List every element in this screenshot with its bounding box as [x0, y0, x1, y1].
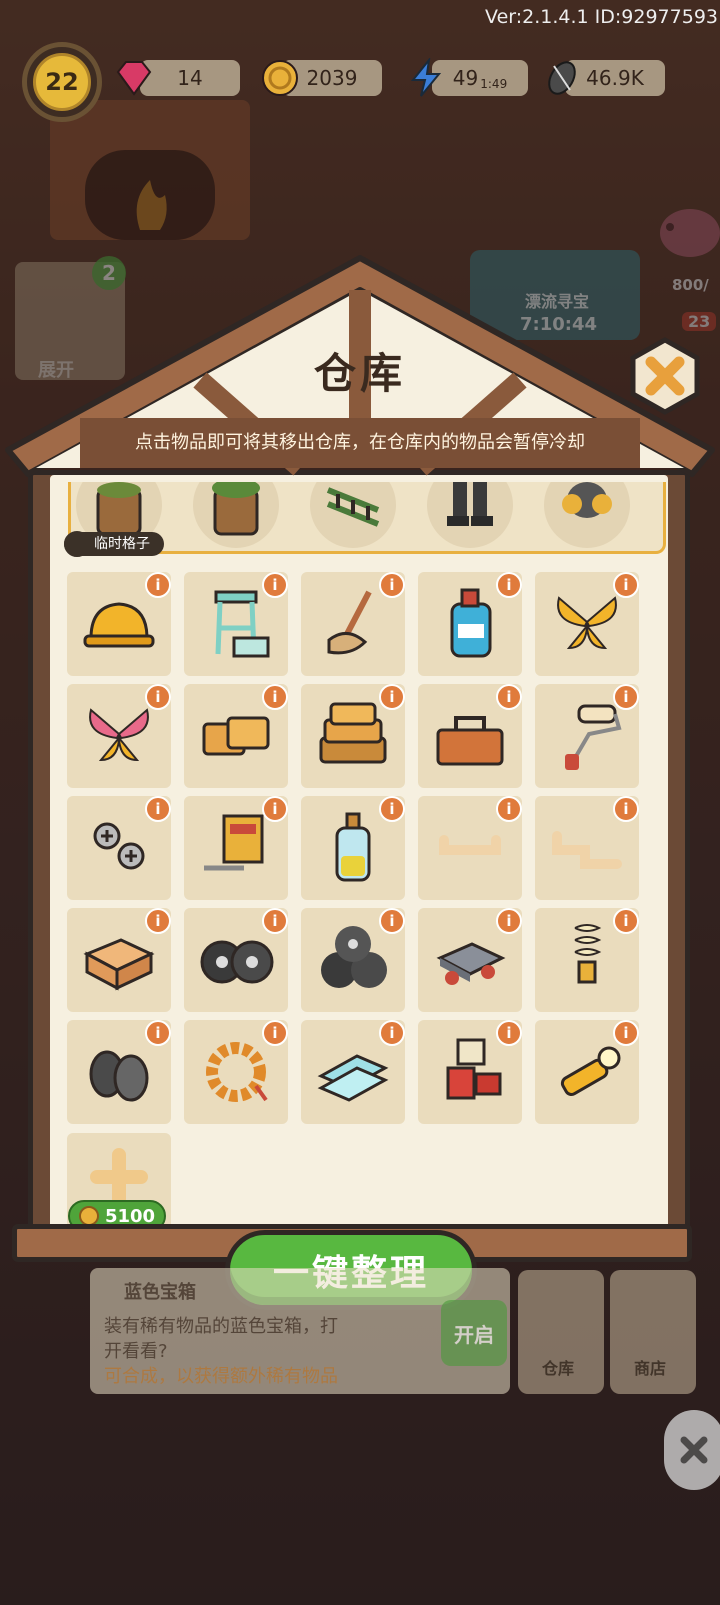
rubber-boots-icon — [447, 482, 493, 526]
info-icon[interactable]: i — [262, 796, 288, 822]
info-icon[interactable]: i — [496, 572, 522, 598]
item-info-title: 蓝色宝箱 — [124, 1282, 196, 1303]
warehouse-slot[interactable]: i — [535, 572, 639, 676]
temp-slot-2[interactable] — [310, 482, 396, 548]
info-icon[interactable]: i — [379, 908, 405, 934]
warehouse-slot[interactable]: i — [535, 684, 639, 788]
temporary-slot-label: 临时格子 — [64, 532, 164, 556]
warehouse-slot[interactable]: i — [184, 684, 288, 788]
coin-icon — [78, 1206, 99, 1226]
info-icon[interactable]: i — [262, 908, 288, 934]
warehouse-subtitle: 点击物品即可将其移出仓库，在仓库内的物品会暂停冷却 — [135, 432, 585, 453]
nav-warehouse-label: 仓库 — [542, 1359, 575, 1378]
bucket-with-moss-icon — [212, 482, 260, 536]
temp-slot-3[interactable] — [427, 482, 513, 548]
warehouse-slot[interactable]: i — [535, 1020, 639, 1124]
info-icon[interactable]: i — [613, 572, 639, 598]
warehouse-slot[interactable]: i — [418, 796, 522, 900]
warehouse-title: 仓库 — [313, 349, 406, 398]
info-icon[interactable]: i — [379, 796, 405, 822]
warehouse-slot[interactable]: i — [67, 908, 171, 1012]
warehouse-slot[interactable]: i — [301, 796, 405, 900]
close-icon — [630, 337, 700, 415]
warehouse-slot[interactable]: i — [67, 572, 171, 676]
warehouse-slot[interactable]: i — [184, 1020, 288, 1124]
temp-slot-4[interactable] — [544, 482, 630, 548]
green-ladder-icon — [326, 487, 380, 527]
info-icon[interactable]: i — [262, 1020, 288, 1046]
warehouse-slot[interactable]: i — [418, 572, 522, 676]
info-icon[interactable]: i — [145, 572, 171, 598]
info-icon[interactable]: i — [613, 1020, 639, 1046]
info-icon[interactable]: i — [145, 684, 171, 710]
gas-mask-icon — [562, 482, 612, 518]
info-icon[interactable]: i — [145, 908, 171, 934]
warehouse-slot[interactable]: i — [301, 1020, 405, 1124]
info-icon[interactable]: i — [613, 908, 639, 934]
warehouse-slot[interactable]: i — [301, 572, 405, 676]
temp-slot-1[interactable] — [193, 482, 279, 548]
info-icon[interactable]: i — [145, 796, 171, 822]
item-info-desc-1: 装有稀有物品的蓝色宝箱，打 — [104, 1316, 338, 1337]
warehouse-slot[interactable]: i — [535, 908, 639, 1012]
info-icon[interactable]: i — [145, 1020, 171, 1046]
info-icon[interactable]: i — [262, 572, 288, 598]
info-icon[interactable]: i — [262, 684, 288, 710]
warehouse-slot[interactable]: i — [67, 796, 171, 900]
warehouse-slot[interactable]: i — [301, 684, 405, 788]
nav-shop-label: 商店 — [634, 1359, 667, 1378]
close-button[interactable] — [625, 336, 705, 416]
warehouse-slot[interactable]: i — [418, 1020, 522, 1124]
info-icon[interactable]: i — [496, 1020, 522, 1046]
info-icon[interactable]: i — [379, 684, 405, 710]
info-icon[interactable]: i — [496, 684, 522, 710]
info-icon[interactable]: i — [613, 796, 639, 822]
warehouse-slot[interactable]: i — [418, 908, 522, 1012]
item-info-hint: 可合成，以获得额外稀有物品 — [104, 1366, 338, 1387]
warehouse-slot[interactable]: i — [184, 796, 288, 900]
info-icon[interactable]: i — [496, 796, 522, 822]
item-info-desc-2: 开看看? — [104, 1341, 168, 1362]
info-icon[interactable]: i — [496, 908, 522, 934]
warehouse-slot[interactable]: i — [67, 684, 171, 788]
warehouse-slot[interactable]: i — [418, 684, 522, 788]
warehouse-slot[interactable]: i — [184, 572, 288, 676]
warehouse-slot[interactable]: i — [184, 908, 288, 1012]
info-icon[interactable]: i — [613, 684, 639, 710]
warehouse-slot[interactable]: i — [535, 796, 639, 900]
open-chest-button[interactable]: 开启 — [441, 1300, 507, 1366]
info-icon[interactable]: i — [379, 1020, 405, 1046]
warehouse-slot[interactable]: i — [67, 1020, 171, 1124]
warehouse-slot[interactable]: i — [301, 908, 405, 1012]
close-icon — [680, 1436, 708, 1464]
info-icon[interactable]: i — [379, 572, 405, 598]
bottom-close-button[interactable] — [664, 1410, 720, 1490]
